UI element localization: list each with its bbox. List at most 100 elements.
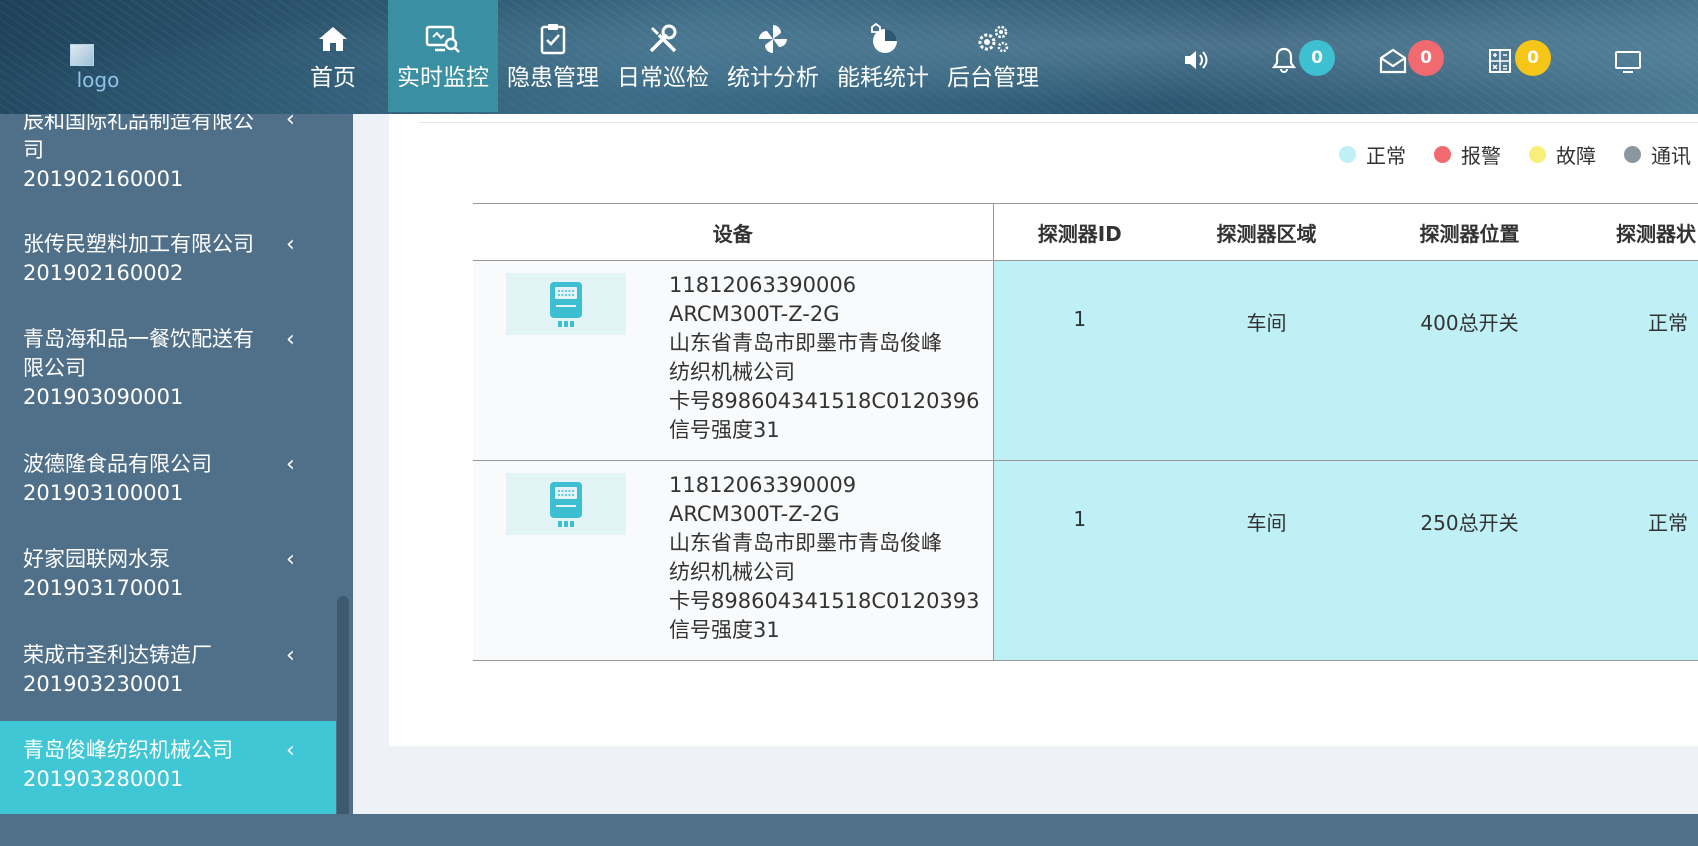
chevron-left-icon[interactable]: ‹ [286,545,295,574]
detector-status-cell: 正常 [1572,460,1698,661]
chevron-left-icon[interactable]: ‹ [286,450,295,479]
device-model: ARCM300T-Z-2G [669,502,840,526]
status-legend: 正常 报警 故障 通讯 [1339,140,1698,169]
company-name: 辰和国际礼品制造有限公司 [23,114,254,162]
legend-label: 通讯 [1651,144,1691,168]
legend-item: 正常 [1339,140,1406,169]
chevron-left-icon[interactable]: ‹ [286,736,295,765]
sidebar-item[interactable]: 荣成市圣利达铸造厂 201903230001 ‹ [0,641,336,721]
page-footer [353,814,1698,846]
legend-dot [1529,146,1546,163]
legend-dot [1624,146,1641,163]
calculator-icon [1489,49,1511,73]
sidebar-footer [0,814,353,846]
col-detector-id: 探测器ID [993,203,1166,261]
device-id: 11812063390006 [669,273,857,297]
bell-icon [1271,47,1297,73]
device-cell: 11812063390009 ARCM300T-Z-2G 山东省青岛市即墨市青岛… [473,460,994,661]
notifications-button[interactable] [1271,46,1297,78]
detector-area-cell: 车间 [1166,260,1367,461]
sound-button[interactable] [1183,48,1209,76]
company-code: 201903170001 [23,576,184,600]
detector-area-cell: 车间 [1166,460,1367,661]
device-address: 山东省青岛市即墨市青岛俊峰 [669,331,942,355]
detector-position-cell: 400总开关 [1367,260,1572,461]
sidebar-item-active[interactable]: 青岛俊峰纺织机械公司 201903280001 ‹ [0,721,336,814]
legend-dot [1339,146,1356,163]
legend-label: 报警 [1461,144,1501,168]
device-address: 山东省青岛市即墨市青岛俊峰 [669,531,942,555]
company-code: 201903100001 [23,481,184,505]
monitor-icon [1615,51,1641,73]
chevron-left-icon[interactable]: ‹ [286,114,295,134]
company-name: 好家园联网水泵 [23,547,170,571]
company-name: 荣成市圣利达铸造厂 [23,643,212,667]
company-name: 青岛俊峰纺织机械公司 [23,738,233,762]
sidebar-item[interactable]: 张传民塑料加工有限公司 201902160002 ‹ [0,230,336,310]
main-content: 正常 报警 故障 通讯 设备 探测器ID 探测器区域 探测器位置 探测器状 11… [353,114,1698,814]
calculator-button[interactable] [1488,48,1512,78]
legend-label: 正常 [1366,144,1406,168]
device-card: 卡号898604341518C0120396 [669,389,980,413]
device-address-cont: 纺织机械公司 [669,560,795,584]
divider [419,122,1698,123]
electric-meter-icon [550,482,582,527]
messages-button[interactable] [1379,48,1407,78]
electric-meter-icon [550,282,582,327]
detector-table: 设备 探测器ID 探测器区域 探测器位置 探测器状 11812063390006 [473,203,1698,661]
col-device: 设备 [473,203,994,261]
company-name: 波德隆食品有限公司 [23,452,212,476]
device-id: 11812063390009 [669,473,857,497]
col-detector-area: 探测器区域 [1166,203,1367,261]
company-name: 青岛海和品一餐饮配送有限公司 [23,327,254,380]
chevron-left-icon[interactable]: ‹ [286,230,295,259]
sidebar-item[interactable]: 好家园联网水泵 201903170001 ‹ [0,545,336,625]
device-info: 11812063390006 ARCM300T-Z-2G 山东省青岛市即墨市青岛… [669,271,980,445]
device-signal: 信号强度31 [669,418,780,442]
detector-id-cell: 1 [993,460,1166,661]
detector-status-cell: 正常 [1572,260,1698,461]
company-code: 201903230001 [23,672,184,696]
legend-dot [1434,146,1451,163]
chevron-left-icon[interactable]: ‹ [286,325,295,354]
sidebar-item[interactable]: 辰和国际礼品制造有限公司 201902160001 ‹ [0,114,336,221]
company-name: 张传民塑料加工有限公司 [23,232,254,256]
device-signal: 信号强度31 [669,618,780,642]
company-code: 201902160002 [23,261,184,285]
sidebar-scrollbar[interactable] [337,596,349,826]
device-model: ARCM300T-Z-2G [669,302,840,326]
chevron-left-icon[interactable]: ‹ [286,641,295,670]
table-header-row: 设备 探测器ID 探测器区域 探测器位置 探测器状 [473,203,1698,261]
sidebar-item[interactable]: 波德隆食品有限公司 201903100001 ‹ [0,450,336,530]
device-info: 11812063390009 ARCM300T-Z-2G 山东省青岛市即墨市青岛… [669,471,980,645]
legend-label: 故障 [1556,144,1596,168]
col-detector-position: 探测器位置 [1367,203,1572,261]
calc-count-badge: 0 [1515,40,1551,76]
sidebar-item[interactable]: 青岛海和品一餐饮配送有限公司 201903090001 ‹ [0,325,336,435]
mail-open-icon [1379,48,1407,74]
device-address-cont: 纺织机械公司 [669,360,795,384]
detector-id-cell: 1 [993,260,1166,461]
device-image[interactable] [506,273,626,335]
screen-button[interactable] [1614,50,1642,78]
legend-item: 故障 [1529,140,1596,169]
legend-item: 通讯 [1624,140,1691,169]
detector-position-cell: 250总开关 [1367,460,1572,661]
device-card: 卡号898604341518C0120393 [669,589,980,613]
device-panel: 正常 报警 故障 通讯 设备 探测器ID 探测器区域 探测器位置 探测器状 11… [389,114,1698,746]
header-tools: 0 0 0 [0,40,1698,80]
col-detector-status: 探测器状 [1572,203,1698,261]
company-code: 201903280001 [23,767,184,791]
legend-item: 报警 [1434,140,1501,169]
speaker-icon [1185,51,1208,69]
mail-count-badge: 0 [1408,40,1444,76]
table-row[interactable]: 11812063390009 ARCM300T-Z-2G 山东省青岛市即墨市青岛… [473,460,1698,661]
company-sidebar: 辰和国际礼品制造有限公司 201902160001 ‹ 张传民塑料加工有限公司 20… [0,114,353,814]
bell-count-badge: 0 [1299,40,1335,76]
device-image[interactable] [506,473,626,535]
top-header: logo 首页 实时监控 隐患管理 日常巡检 统计分析 能耗统计 后台管理 0 … [0,0,1698,114]
device-cell: 11812063390006 ARCM300T-Z-2G 山东省青岛市即墨市青岛… [473,260,994,461]
company-code: 201902160001 [23,167,184,191]
table-row[interactable]: 11812063390006 ARCM300T-Z-2G 山东省青岛市即墨市青岛… [473,260,1698,461]
company-code: 201903090001 [23,385,184,409]
